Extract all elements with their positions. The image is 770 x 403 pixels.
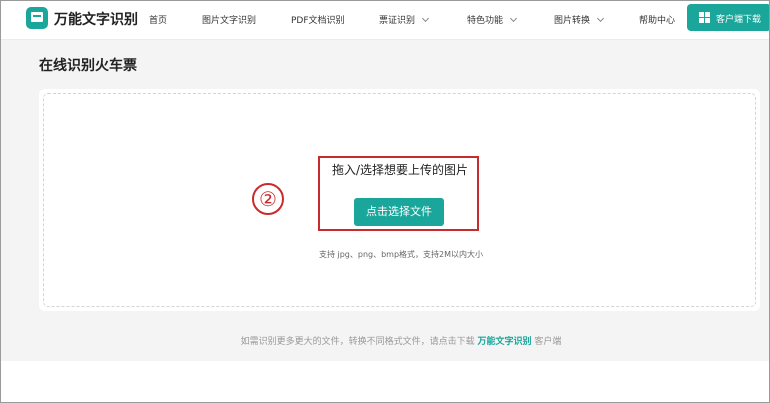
brand-name[interactable]: 万能文字识别 (54, 9, 138, 29)
supported-formats-hint: 支持 jpg、png、bmp格式，支持2M以内大小 (318, 250, 484, 259)
page-bottom (1, 361, 769, 402)
top-nav-bar: 万能文字识别 首页 图片文字识别 PDF文档识别 票证识别 特色功能 图片转换 … (1, 1, 769, 40)
nav-home[interactable]: 首页 (149, 13, 167, 26)
windows-icon (699, 12, 710, 23)
step-number-marker: ② (252, 183, 284, 215)
app-logo-icon[interactable] (26, 7, 48, 29)
nav-image-ocr[interactable]: 图片文字识别 (202, 13, 256, 26)
app-window: 万能文字识别 首页 图片文字识别 PDF文档识别 票证识别 特色功能 图片转换 … (0, 0, 770, 403)
nav-image-convert[interactable]: 图片转换 (554, 13, 605, 26)
chevron-down-icon (509, 14, 518, 23)
nav-pdf-ocr[interactable]: PDF文档识别 (291, 13, 345, 26)
drop-instruction: 拖入/选择想要上传的图片 (331, 163, 469, 177)
choose-file-button[interactable]: 点击选择文件 (354, 198, 444, 226)
nav-ticket-ocr[interactable]: 票证识别 (379, 13, 430, 26)
client-download-button[interactable]: 客户端下载 (687, 4, 769, 31)
download-hint: 如需识别更多更大的文件，转换不同格式文件，请点击下载 万能文字识别 客户端 (240, 337, 562, 347)
chevron-down-icon (596, 14, 605, 23)
download-app-link[interactable]: 万能文字识别 (477, 337, 531, 347)
nav-help-center[interactable]: 帮助中心 (639, 13, 675, 26)
chevron-down-icon (421, 14, 430, 23)
page-title: 在线识别火车票 (39, 58, 137, 74)
nav-special-features[interactable]: 特色功能 (467, 13, 518, 26)
